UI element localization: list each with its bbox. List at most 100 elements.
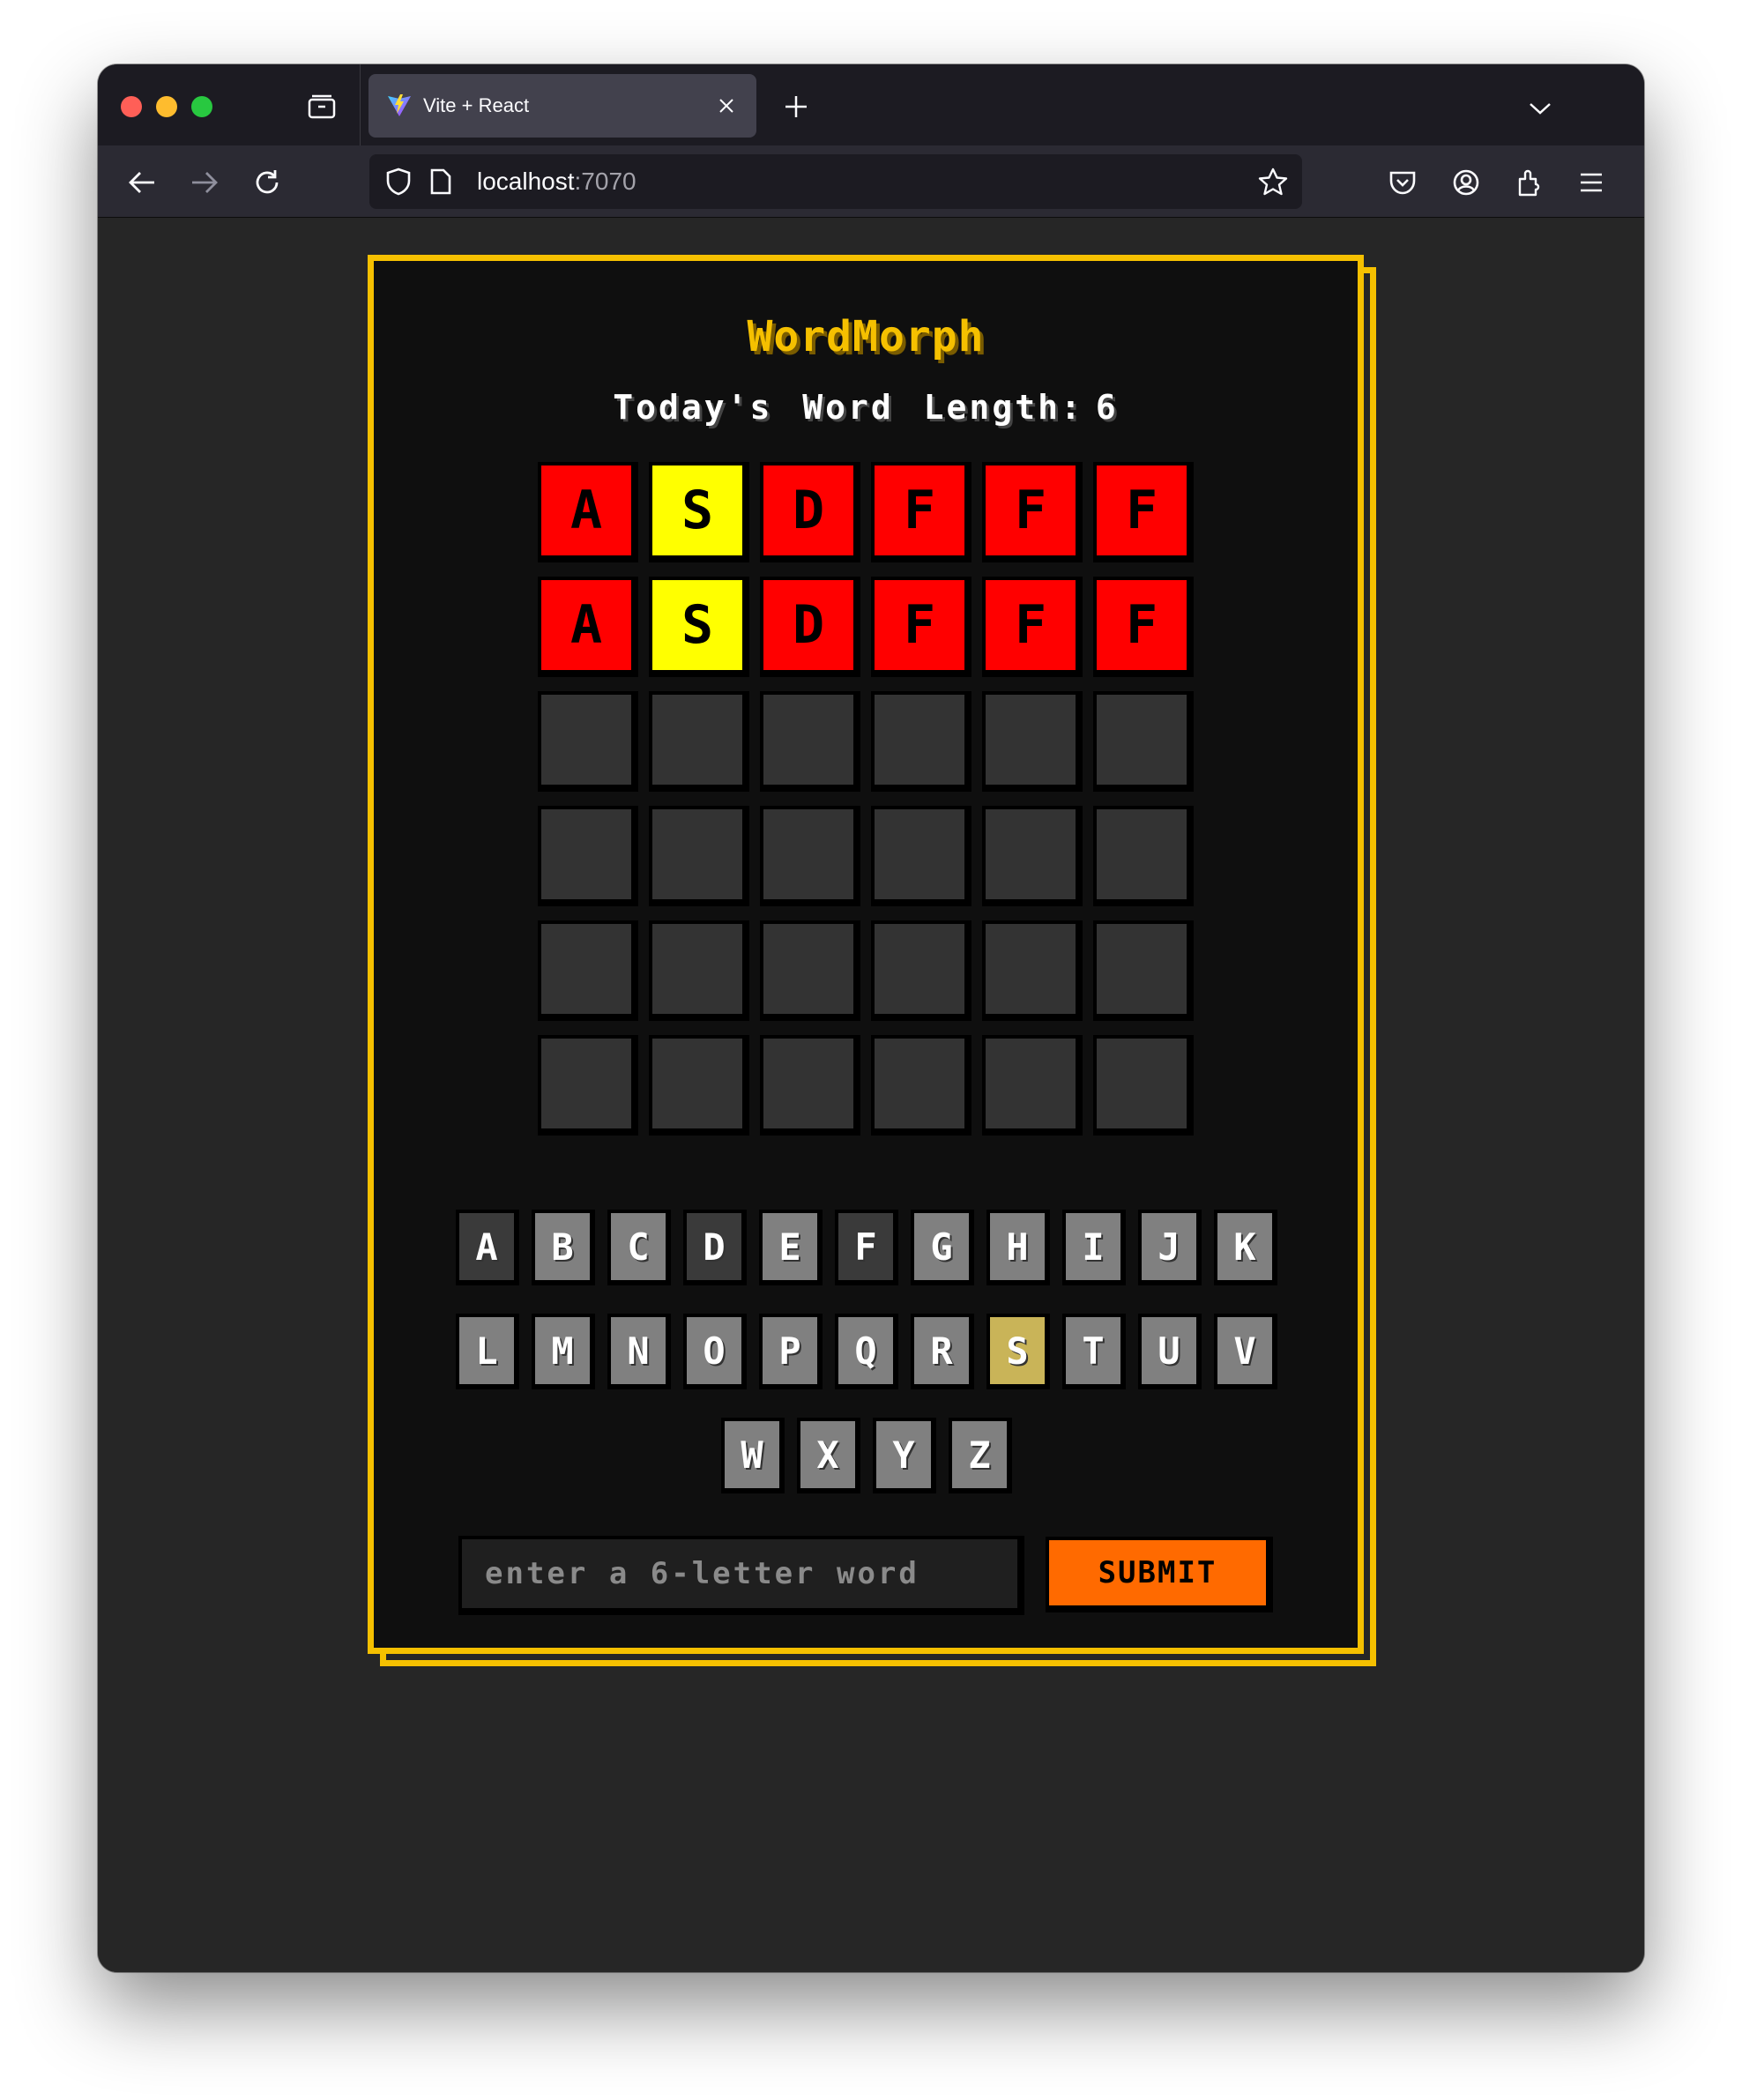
star-icon[interactable] [1256, 165, 1290, 198]
minimize-window-button[interactable] [156, 96, 177, 117]
key-i[interactable]: I [1066, 1213, 1120, 1280]
forward-arrow-icon[interactable] [185, 163, 224, 202]
game-title: WordMorph [747, 312, 985, 361]
key-m[interactable]: M [535, 1317, 590, 1384]
grid-cell [1097, 1039, 1187, 1128]
guess-row [541, 1039, 1208, 1153]
grid-cell: F [1097, 580, 1187, 670]
grid-cell [1097, 809, 1187, 899]
key-a[interactable]: A [459, 1213, 514, 1280]
key-c[interactable]: C [611, 1213, 666, 1280]
key-y[interactable]: Y [876, 1421, 931, 1488]
key-u[interactable]: U [1142, 1317, 1196, 1384]
close-window-button[interactable] [121, 96, 142, 117]
word-length-text: Today's Word Length: [613, 388, 1083, 427]
grid-cell: F [1097, 465, 1187, 555]
url-text[interactable]: localhost:7070 [477, 168, 636, 196]
grid-cell [652, 1039, 742, 1128]
chevron-down-icon[interactable] [1522, 91, 1558, 126]
grid-cell [875, 1039, 964, 1128]
word-length-value: 6 [1095, 388, 1119, 427]
tab-title: Vite + React [423, 94, 530, 116]
grid-cell [652, 695, 742, 785]
url-host: localhost [477, 168, 575, 195]
key-l[interactable]: L [459, 1317, 514, 1384]
browser-window: Vite + React localhost:7070 WordMorph To… [98, 64, 1644, 1972]
grid-cell [763, 1039, 853, 1128]
key-j[interactable]: J [1142, 1213, 1196, 1280]
key-q[interactable]: Q [838, 1317, 893, 1384]
key-e[interactable]: E [763, 1213, 817, 1280]
keyboard-row: WXYZ [374, 1421, 1358, 1488]
keyboard-row: ABCDEFGHIJK [374, 1213, 1358, 1280]
guess-row [541, 695, 1208, 809]
account-icon[interactable] [1447, 163, 1485, 202]
grid-cell [875, 809, 964, 899]
key-f[interactable]: F [838, 1213, 893, 1280]
guess-grid: ASDFFFASDFFF [541, 465, 1208, 1153]
menu-icon[interactable] [1572, 163, 1611, 202]
grid-cell [763, 695, 853, 785]
key-k[interactable]: K [1217, 1213, 1272, 1280]
extensions-icon[interactable] [1510, 163, 1549, 202]
pocket-icon[interactable] [1383, 163, 1422, 202]
grid-cell: D [763, 580, 853, 670]
grid-cell [652, 809, 742, 899]
word-input-container [462, 1539, 1017, 1608]
grid-cell [652, 924, 742, 1014]
url-bar[interactable]: localhost:7070 [369, 154, 1302, 209]
key-v[interactable]: V [1217, 1317, 1272, 1384]
grid-cell [986, 809, 1076, 899]
letter-keyboard: ABCDEFGHIJK LMNOPQRSTUV WXYZ [374, 1213, 1358, 1525]
grid-cell [986, 695, 1076, 785]
url-port: :7070 [574, 168, 636, 195]
reload-icon[interactable] [248, 163, 287, 202]
keyboard-row: LMNOPQRSTUV [374, 1317, 1358, 1384]
word-input[interactable] [462, 1539, 1017, 1608]
key-d[interactable]: D [687, 1213, 741, 1280]
grid-cell [763, 809, 853, 899]
game-card: WordMorph Today's Word Length: 6 ASDFFFAS… [368, 255, 1364, 1654]
tab-vite-react[interactable]: Vite + React [368, 74, 756, 138]
grid-cell: S [652, 465, 742, 555]
grid-cell: F [986, 465, 1076, 555]
grid-cell [1097, 924, 1187, 1014]
guess-row [541, 809, 1208, 924]
key-b[interactable]: B [535, 1213, 590, 1280]
key-w[interactable]: W [725, 1421, 779, 1488]
back-arrow-icon[interactable] [123, 163, 161, 202]
key-r[interactable]: R [914, 1317, 969, 1384]
tab-view-icon[interactable] [304, 89, 339, 124]
key-o[interactable]: O [687, 1317, 741, 1384]
shield-icon[interactable] [382, 165, 415, 198]
zoom-window-button[interactable] [191, 96, 212, 117]
grid-cell: F [875, 465, 964, 555]
key-p[interactable]: P [763, 1317, 817, 1384]
key-z[interactable]: Z [952, 1421, 1007, 1488]
close-icon[interactable] [709, 88, 744, 123]
grid-cell [541, 809, 631, 899]
key-t[interactable]: T [1066, 1317, 1120, 1384]
grid-cell: D [763, 465, 853, 555]
key-x[interactable]: X [800, 1421, 855, 1488]
plus-icon[interactable] [777, 87, 815, 126]
guess-row [541, 924, 1208, 1039]
grid-cell [541, 1039, 631, 1128]
grid-cell: F [875, 580, 964, 670]
grid-cell: A [541, 580, 631, 670]
grid-cell [1097, 695, 1187, 785]
grid-cell: S [652, 580, 742, 670]
guess-row: ASDFFF [541, 580, 1208, 695]
page-icon [424, 165, 458, 198]
page-content: WordMorph Today's Word Length: 6 ASDFFFAS… [98, 219, 1644, 1972]
key-g[interactable]: G [914, 1213, 969, 1280]
grid-cell: F [986, 580, 1076, 670]
key-s[interactable]: S [990, 1317, 1045, 1384]
submit-button[interactable]: SUBMIT [1049, 1540, 1266, 1605]
vite-logo-icon [386, 93, 413, 119]
grid-cell [763, 924, 853, 1014]
key-n[interactable]: N [611, 1317, 666, 1384]
word-length-label: Today's Word Length: 6 [374, 388, 1358, 427]
key-h[interactable]: H [990, 1213, 1045, 1280]
navigation-bar: localhost:7070 [98, 145, 1644, 218]
